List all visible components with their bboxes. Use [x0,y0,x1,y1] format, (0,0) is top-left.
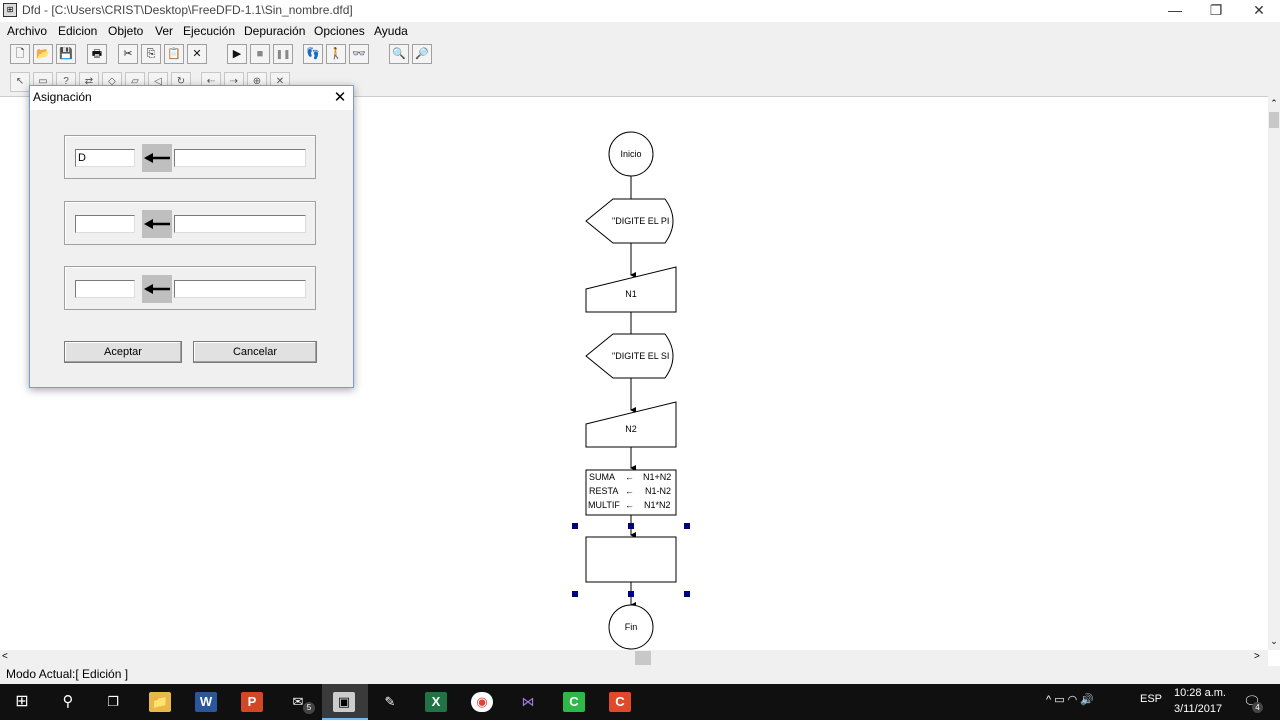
print-icon[interactable]: 🖶 [87,44,107,64]
cancel-button[interactable]: Cancelar [193,341,317,363]
menu-ejecucion[interactable]: Ejecución [183,24,235,38]
clock-date[interactable]: 3/11/2017 [1174,703,1222,715]
notification-badge: 4 [1252,702,1263,713]
menu-depuracion[interactable]: Depuración [244,24,305,38]
variable-input-1[interactable] [75,149,135,167]
assignment-dialog: Asignación ✕ Aceptar Cancelar [29,85,354,388]
dialog-title-bar[interactable]: Asignación ✕ [30,86,353,110]
powerpoint-icon[interactable]: P [241,692,263,712]
language-indicator[interactable]: ESP [1140,693,1162,705]
assign-row-2-arrow: ← [625,486,634,496]
main-toolbar: 🗋 📂 💾 🖶 ✂ ⎘ 📋 ✕ ▶ ■ ❚❚ 👣 🚶 👓 🔍 🔎 [0,40,1280,70]
cut-icon[interactable]: ✂ [118,44,138,64]
tray-icons[interactable]: ^ ▭ ◠ 🔊 [1046,693,1094,706]
assign-row-1-arrow: ← [625,472,634,482]
mail-badge: 5 [303,702,315,714]
menu-bar: Archivo Edicion Objeto Ver Ejecución Dep… [0,22,1280,40]
expression-input-3[interactable] [174,280,306,298]
menu-archivo[interactable]: Archivo [7,24,47,38]
assign-row-2-var: RESTA [589,486,619,496]
zoom-out-icon[interactable]: 🔍 [389,44,409,64]
scroll-up-icon[interactable]: ⌃ [1268,98,1280,110]
expression-input-1[interactable] [174,149,306,167]
title-bar: ⊞ Dfd - [C:\Users\CRIST\Desktop\FreeDFD-… [0,0,1280,22]
green-c-app-icon[interactable]: C [563,692,585,712]
assignment-row-3 [64,266,316,310]
output-1-label: "DIGITE EL PI [612,216,670,226]
vertical-scrollbar[interactable] [1268,96,1280,650]
pause-icon[interactable]: ❚❚ [273,44,293,64]
assign-arrow-icon [142,210,172,238]
file-explorer-icon[interactable]: 📁 [149,692,171,712]
assign-row-3-expr: N1*N2 [644,500,671,510]
word-icon[interactable]: W [195,692,217,712]
dfd-app-icon[interactable]: ▣ [333,692,355,712]
debug-run-icon[interactable]: 🚶 [326,44,346,64]
window-title: Dfd - [C:\Users\CRIST\Desktop\FreeDFD-1.… [22,3,353,17]
close-button[interactable]: ✕ [1236,0,1280,22]
assign-arrow-icon [142,144,172,172]
watch-glasses-icon[interactable]: 👓 [349,44,369,64]
new-assignment-node[interactable] [585,536,677,583]
assign-row-1-expr: N1+N2 [643,472,672,482]
variable-input-2[interactable] [75,215,135,233]
vertical-scroll-thumb[interactable] [1269,112,1279,128]
chrome-icon[interactable]: ◉ [471,692,493,712]
app-icon: ⊞ [3,3,17,17]
run-icon[interactable]: ▶ [227,44,247,64]
dialog-close-icon[interactable]: ✕ [330,88,350,108]
horizontal-scrollbar[interactable] [0,650,1268,666]
delete-icon[interactable]: ✕ [187,44,207,64]
red-c-app-icon[interactable]: C [609,692,631,712]
pointer-icon[interactable]: ↖ [10,72,30,92]
menu-objeto[interactable]: Objeto [108,24,143,38]
search-icon[interactable]: ⚲ [57,692,79,712]
minimize-button[interactable]: — [1152,0,1198,22]
visual-studio-icon[interactable]: ⋈ [517,692,539,712]
task-view-icon[interactable]: ❐ [102,692,124,712]
dialog-title: Asignación [33,90,92,104]
stop-icon[interactable]: ■ [250,44,270,64]
variable-input-3[interactable] [75,280,135,298]
new-file-icon[interactable]: 🗋 [10,44,30,64]
output-2-label: "DIGITE EL SI [612,351,670,361]
assign-row-2-expr: N1-N2 [645,486,672,496]
accept-button[interactable]: Aceptar [64,341,182,363]
debug-step-icon[interactable]: 👣 [303,44,323,64]
scroll-left-icon[interactable]: < [2,651,8,662]
status-bar: Modo Actual:[ Edición ] [0,666,1280,684]
restore-button[interactable]: ❐ [1193,0,1239,22]
assign-row-3-arrow: ← [625,500,634,510]
zoom-in-icon[interactable]: 🔎 [412,44,432,64]
assignment-row-2 [64,201,316,245]
expression-input-2[interactable] [174,215,306,233]
read-1-label: N1 [625,289,637,299]
copy-icon[interactable]: ⎘ [141,44,161,64]
paste-icon[interactable]: 📋 [164,44,184,64]
assign-arrow-icon [142,275,172,303]
start-label: Inicio [620,149,642,159]
assignment-row-1 [64,135,316,179]
windows-start-icon[interactable]: ⊞ [11,692,33,712]
notes-icon[interactable]: ✎ [379,692,401,712]
clock-time[interactable]: 10:28 a.m. [1174,687,1226,699]
menu-edicion[interactable]: Edicion [58,24,97,38]
horizontal-scroll-thumb[interactable] [635,651,651,665]
read-2-label: N2 [625,424,637,434]
menu-ayuda[interactable]: Ayuda [374,24,408,38]
menu-opciones[interactable]: Opciones [314,24,365,38]
end-label: Fin [624,622,638,632]
save-icon[interactable]: 💾 [56,44,76,64]
menu-ver[interactable]: Ver [155,24,173,38]
excel-icon[interactable]: X [425,692,447,712]
open-folder-icon[interactable]: 📂 [33,44,53,64]
scroll-right-icon[interactable]: > [1254,651,1260,662]
scroll-down-icon[interactable]: ⌄ [1268,636,1280,648]
assign-row-1-var: SUMA [589,472,616,482]
status-mode: Modo Actual:[ Edición ] [6,667,129,681]
taskbar: ⊞ ⚲ ❐ 📁 W P ✉ 5 ▣ ✎ X ◉ ⋈ C C ^ ▭ ◠ 🔊 ES… [0,684,1280,720]
assign-row-3-var: MULTIF [588,500,620,510]
